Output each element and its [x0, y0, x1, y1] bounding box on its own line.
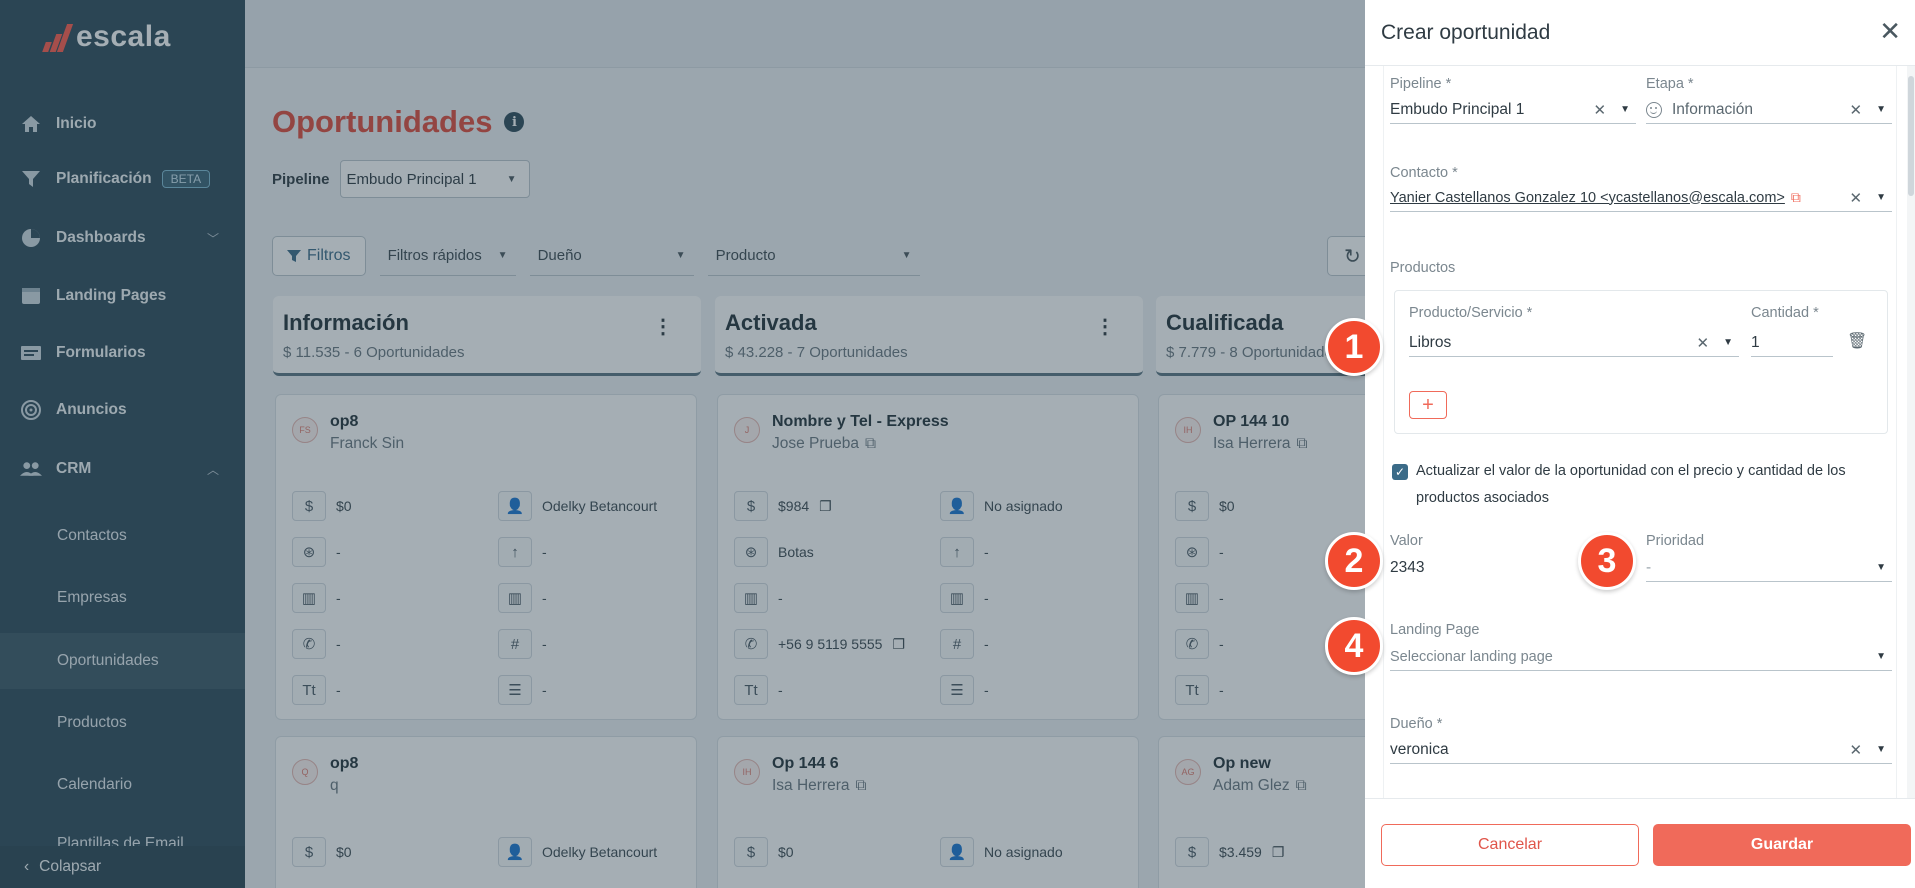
- scrollbar-thumb[interactable]: [1908, 76, 1914, 196]
- cantidad-field-label: Cantidad *: [1751, 305, 1819, 321]
- prioridad-field[interactable]: - ▼: [1646, 554, 1892, 582]
- caret-down-icon[interactable]: ▼: [1876, 192, 1886, 203]
- dueno-field-label: Dueño *: [1390, 716, 1443, 732]
- producto-field-label: Producto/Servicio *: [1409, 305, 1533, 321]
- clear-icon[interactable]: ✕: [1850, 101, 1863, 119]
- external-link-icon[interactable]: ⧉: [1791, 189, 1801, 206]
- modal-backdrop[interactable]: [0, 0, 1365, 888]
- dueno-field-value: veronica: [1390, 740, 1449, 758]
- valor-field-label: Valor: [1390, 533, 1423, 549]
- drawer-footer: Cancelar Guardar: [1365, 798, 1915, 888]
- contacto-field-label: Contacto *: [1390, 165, 1458, 181]
- checkbox-label-line-1: Actualizar el valor de la oportunidad co…: [1416, 463, 1846, 479]
- caret-down-icon[interactable]: ▼: [1876, 104, 1886, 115]
- clear-icon[interactable]: ✕: [1594, 101, 1607, 119]
- caret-down-icon[interactable]: ▼: [1723, 337, 1733, 348]
- smiley-icon: [1646, 101, 1662, 118]
- drawer-header: Crear oportunidad ✕: [1365, 0, 1915, 66]
- dueno-field[interactable]: veronica ✕ ▼: [1390, 736, 1892, 764]
- clear-icon[interactable]: ✕: [1850, 741, 1863, 759]
- landing-page-field[interactable]: Seleccionar landing page ▼: [1390, 643, 1892, 671]
- prioridad-field-label: Prioridad: [1646, 533, 1705, 549]
- producto-field-value: Libros: [1409, 333, 1452, 351]
- caret-down-icon[interactable]: ▼: [1876, 744, 1886, 755]
- caret-down-icon[interactable]: ▼: [1620, 104, 1630, 115]
- pipeline-field-label: Pipeline *: [1390, 76, 1452, 92]
- valor-field-value: 2343: [1390, 559, 1425, 576]
- pipeline-field-value: Embudo Principal 1: [1390, 100, 1525, 118]
- callout-3: 3: [1578, 532, 1636, 590]
- etapa-field-value: Información: [1672, 100, 1753, 118]
- drawer-title: Crear oportunidad: [1381, 20, 1551, 44]
- valor-field[interactable]: 2343: [1390, 554, 1570, 582]
- update-value-checkbox[interactable]: ✓: [1392, 464, 1408, 480]
- contacto-link[interactable]: Yanier Castellanos Gonzalez 10 <ycastell…: [1390, 190, 1785, 206]
- callout-4: 4: [1325, 617, 1383, 675]
- cantidad-field-value: 1: [1751, 333, 1760, 351]
- caret-down-icon[interactable]: ▼: [1876, 562, 1886, 573]
- add-product-button[interactable]: +: [1409, 391, 1447, 419]
- caret-down-icon[interactable]: ▼: [1876, 651, 1886, 662]
- trash-icon[interactable]: 🗑: [1847, 331, 1867, 351]
- clear-icon[interactable]: ✕: [1697, 334, 1710, 352]
- pipeline-field[interactable]: Embudo Principal 1 ✕ ▼: [1390, 96, 1636, 124]
- producto-field[interactable]: Libros ✕ ▼: [1409, 329, 1739, 357]
- landing-page-field-label: Landing Page: [1390, 622, 1480, 638]
- prioridad-field-value: -: [1646, 558, 1652, 576]
- products-box: Producto/Servicio * Libros ✕ ▼ Cantidad *…: [1394, 290, 1888, 434]
- productos-section-label: Productos: [1390, 260, 1456, 276]
- drawer-scrollbar[interactable]: [1907, 66, 1915, 798]
- cantidad-field[interactable]: 1: [1751, 329, 1833, 357]
- drawer-body: Pipeline * Embudo Principal 1 ✕ ▼ Etapa *…: [1383, 66, 1897, 798]
- contacto-field[interactable]: Yanier Castellanos Gonzalez 10 <ycastell…: [1390, 184, 1892, 212]
- update-value-checkbox-label: Actualizar el valor de la oportunidad co…: [1416, 458, 1846, 512]
- etapa-field-label: Etapa *: [1646, 76, 1694, 92]
- etapa-field[interactable]: Información ✕ ▼: [1646, 96, 1892, 124]
- close-icon[interactable]: ✕: [1879, 18, 1901, 44]
- callout-2: 2: [1325, 532, 1383, 590]
- create-opportunity-drawer: Crear oportunidad ✕ Pipeline * Embudo Pr…: [1365, 0, 1915, 888]
- cancel-button[interactable]: Cancelar: [1381, 824, 1639, 866]
- checkbox-label-line-2: productos asociados: [1416, 490, 1549, 506]
- clear-icon[interactable]: ✕: [1850, 189, 1863, 207]
- callout-1: 1: [1325, 318, 1383, 376]
- landing-page-placeholder: Seleccionar landing page: [1390, 648, 1553, 665]
- save-button[interactable]: Guardar: [1653, 824, 1911, 866]
